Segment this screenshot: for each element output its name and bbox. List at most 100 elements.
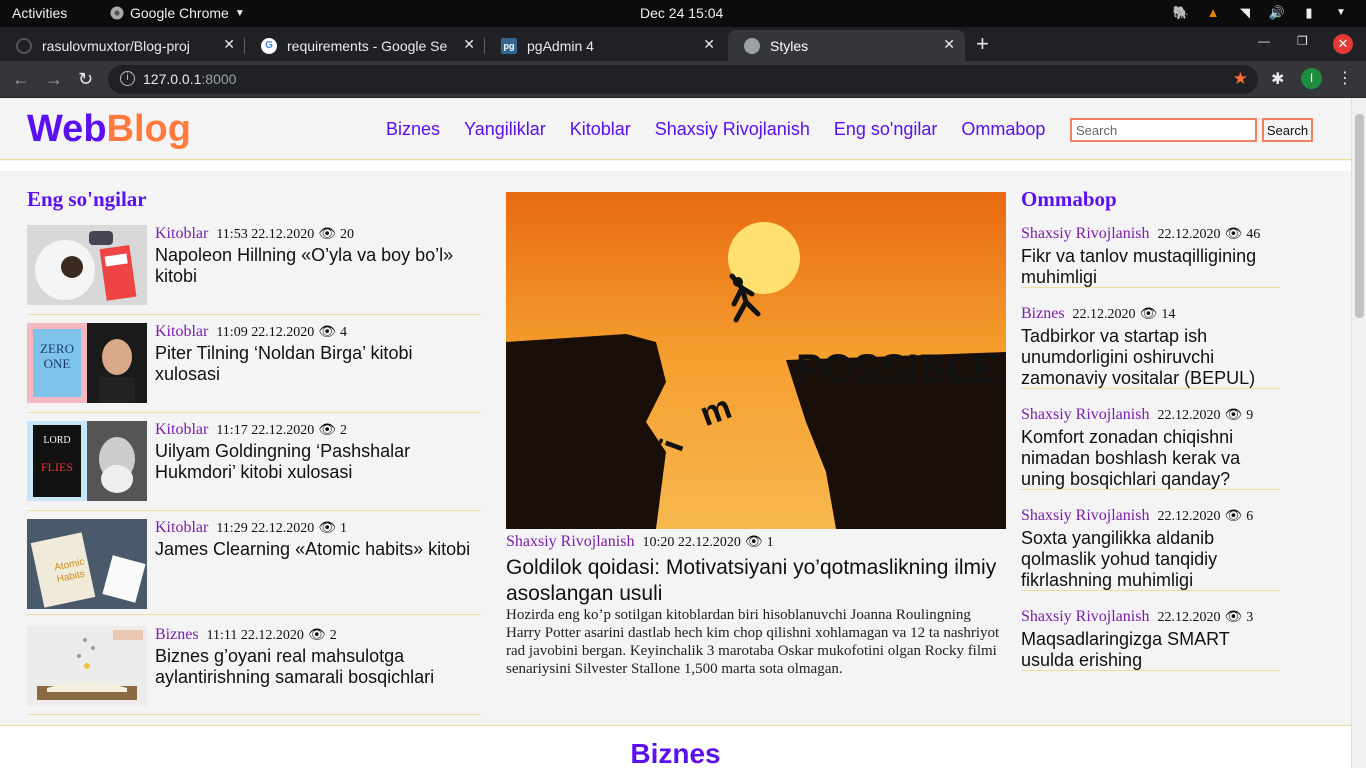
article-title[interactable]: Fikr va tanlov mustaqilligining muhimlig… [1021, 246, 1280, 288]
category-link[interactable]: Shaxsiy Rivojlanish [1021, 507, 1149, 524]
back-button[interactable]: ← [12, 69, 30, 90]
activities-button[interactable]: Activities [12, 5, 67, 21]
volume-icon[interactable]: 🔊 [1268, 4, 1286, 22]
article-title[interactable]: Biznes g’oyani real mahsulotga aylantiri… [155, 646, 475, 688]
article-title[interactable]: Uilyam Goldingning ‘Pashshalar Hukmdori’… [155, 441, 475, 483]
search-input[interactable] [1070, 118, 1257, 142]
article-title[interactable]: Maqsadlaringizga SMART usulda erishing [1021, 629, 1280, 671]
featured-image-text: POSSIBLE [796, 347, 998, 391]
forward-button[interactable]: → [45, 69, 63, 90]
category-link[interactable]: Kitoblar [155, 421, 208, 438]
system-tray[interactable]: 🐘 ▲ ◥ 🔊 ▮ ▼ [1172, 4, 1350, 22]
view-count: 2 [339, 423, 347, 438]
clock[interactable]: Dec 24 15:04 [640, 5, 723, 21]
article-thumbnail[interactable] [27, 626, 147, 706]
chevron-down-icon[interactable]: ▼ [1332, 4, 1350, 22]
article-thumbnail[interactable] [27, 225, 147, 305]
list-item[interactable]: Biznes 11:11 22.12.2020 👁 2 Biznes g’oyani … [27, 626, 481, 715]
nav-eng-songilar[interactable]: Eng so'ngilar [834, 119, 938, 140]
featured-title[interactable]: Goldilok qoidasi: Motivatsiyani yo’qotma… [506, 555, 1006, 607]
category-link[interactable]: Kitoblar [155, 225, 208, 242]
list-item[interactable]: Biznes 22.12.2020 👁 14 Tadbirkor va startap… [1021, 305, 1280, 389]
search-button[interactable]: Search [1262, 118, 1313, 142]
article-thumbnail[interactable]: Atomic Habits [27, 519, 147, 609]
view-count: 4 [339, 325, 347, 340]
view-count: 1 [339, 521, 347, 536]
info-icon[interactable]: i [120, 71, 135, 86]
article-thumbnail[interactable]: LORD FLIES [27, 421, 147, 501]
page-viewport: WebBlog Biznes Yangiliklar Kitoblar Shax… [0, 98, 1351, 768]
chrome-icon [110, 6, 124, 20]
url-text[interactable]: 127.0.0.1:8000 [143, 71, 236, 87]
minimize-button[interactable]: — [1258, 34, 1270, 48]
article-title[interactable]: Napoleon Hillning «O’yla va boy bo’l» ki… [155, 245, 475, 287]
header-spacer [0, 161, 1351, 171]
category-link[interactable]: Kitoblar [155, 519, 208, 536]
new-tab-button[interactable]: + [976, 31, 989, 57]
article-time: 11:11 22.12.2020 [206, 628, 304, 643]
article-title[interactable]: Soxta yangilikka aldanib qolmaslik yohud… [1021, 528, 1280, 591]
tab-pgadmin[interactable]: pg pgAdmin 4 ✕ [485, 30, 725, 61]
article-thumbnail[interactable]: ZERO ONE [27, 323, 147, 403]
featured-excerpt: Hozirda eng ko’p sotilgan kitoblardan bi… [506, 607, 1000, 677]
tab-github[interactable]: rasulovmuxtor/Blog-proj ✕ [0, 30, 245, 61]
maximize-button[interactable]: ❐ [1297, 34, 1308, 48]
extensions-icon[interactable]: ✱ [1271, 69, 1284, 89]
wifi-icon[interactable]: ◥ [1236, 4, 1254, 22]
tab-title: rasulovmuxtor/Blog-proj [42, 37, 190, 54]
article-title[interactable]: Komfort zonadan chiqishni nimadan boshla… [1021, 427, 1280, 490]
list-item[interactable]: Shaxsiy Rivojlanish 22.12.2020 👁 46 Fikr va… [1021, 225, 1280, 288]
close-icon[interactable]: ✕ [703, 36, 715, 53]
battery-icon[interactable]: ▮ [1300, 4, 1318, 22]
nav-kitoblar[interactable]: Kitoblar [570, 119, 631, 140]
close-icon[interactable]: ✕ [223, 36, 235, 53]
menu-icon[interactable]: ⋮ [1337, 68, 1353, 88]
eye-icon: 👁 [1224, 610, 1243, 625]
profile-avatar[interactable]: I [1301, 68, 1322, 89]
category-link[interactable]: Shaxsiy Rivojlanish [1021, 225, 1149, 242]
category-link[interactable]: Biznes [155, 626, 199, 643]
list-item[interactable]: LORD FLIES Kitoblar 11:17 22.12.2020 👁 2 Uil… [27, 421, 481, 511]
category-link[interactable]: Kitoblar [155, 323, 208, 340]
scrollbar-thumb[interactable] [1355, 114, 1364, 318]
nav-biznes[interactable]: Biznes [386, 119, 440, 140]
tab-google[interactable]: G requirements - Google Se ✕ [245, 30, 485, 61]
list-item[interactable]: Atomic Habits Kitoblar 11:29 22.12.2020 👁 1 … [27, 519, 481, 615]
article-date: 22.12.2020 [1157, 509, 1221, 524]
list-item[interactable]: Kitoblar 11:53 22.12.2020 👁 20 Napoleon Hil… [27, 225, 481, 315]
app-menu[interactable]: Google Chrome ▼ [110, 5, 245, 21]
reload-button[interactable]: ↻ [78, 69, 93, 90]
close-window-button[interactable]: ✕ [1333, 34, 1353, 54]
bookmark-star-icon[interactable]: ★ [1233, 69, 1248, 89]
page-scrollbar[interactable] [1351, 98, 1366, 768]
site-logo[interactable]: WebBlog [27, 108, 191, 151]
list-item[interactable]: Shaxsiy Rivojlanish 22.12.2020 👁 3 Maqsadla… [1021, 608, 1280, 671]
postgres-icon[interactable]: 🐘 [1172, 4, 1190, 22]
close-icon[interactable]: ✕ [943, 36, 955, 53]
nav-ommabop[interactable]: Ommabop [961, 119, 1045, 140]
list-item[interactable]: ZERO ONE Kitoblar 11:09 22.12.2020 👁 4 Piter… [27, 323, 481, 413]
article-meta: Shaxsiy Rivojlanish 22.12.2020 👁 6 [1021, 507, 1253, 525]
category-link[interactable]: Shaxsiy Rivojlanish [506, 533, 634, 550]
nav-yangiliklar[interactable]: Yangiliklar [464, 119, 546, 140]
article-meta: Biznes 22.12.2020 👁 14 [1021, 305, 1175, 323]
category-link[interactable]: Shaxsiy Rivojlanish [1021, 406, 1149, 423]
list-item[interactable]: Shaxsiy Rivojlanish 22.12.2020 👁 6 Soxta ya… [1021, 507, 1280, 591]
browser-toolbar: ← → ↻ i 127.0.0.1:8000 ★ [0, 61, 1366, 98]
eye-icon: 👁 [1224, 227, 1243, 242]
category-link[interactable]: Shaxsiy Rivojlanish [1021, 608, 1149, 625]
eye-icon: 👁 [1224, 509, 1243, 524]
featured-image[interactable]: POSSIBLE i m [506, 192, 1006, 529]
close-icon[interactable]: ✕ [463, 36, 475, 53]
nav-shaxsiy-rivojlanish[interactable]: Shaxsiy Rivojlanish [655, 119, 810, 140]
vlc-icon[interactable]: ▲ [1204, 4, 1222, 22]
tab-styles[interactable]: Styles ✕ [728, 30, 965, 61]
address-bar[interactable]: i 127.0.0.1:8000 ★ [108, 65, 1258, 94]
article-title[interactable]: Piter Tilning ‘Noldan Birga’ kitobi xulo… [155, 343, 475, 385]
category-link[interactable]: Biznes [1021, 305, 1065, 322]
svg-text:LORD: LORD [43, 435, 70, 446]
article-meta: Kitoblar 11:17 22.12.2020 👁 2 [155, 421, 347, 439]
list-item[interactable]: Shaxsiy Rivojlanish 22.12.2020 👁 9 Komfort … [1021, 406, 1280, 490]
article-title[interactable]: James Clearning «Atomic habits» kitobi [155, 539, 475, 560]
article-title[interactable]: Tadbirkor va startap ish unumdorligini o… [1021, 326, 1280, 389]
